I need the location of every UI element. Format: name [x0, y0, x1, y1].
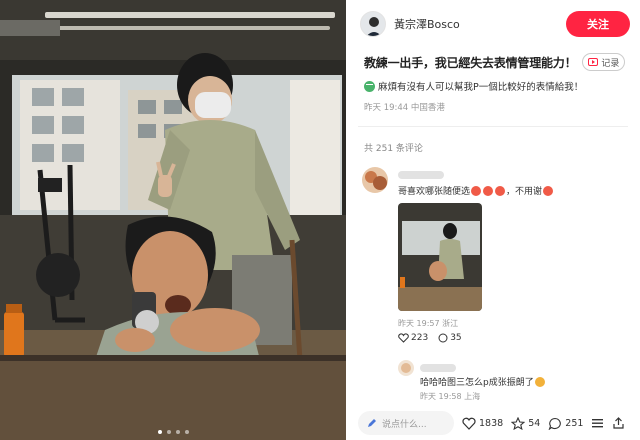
author-avatar[interactable]	[360, 11, 386, 37]
comment-like-button[interactable]: 223	[398, 333, 428, 343]
share-icon	[613, 417, 625, 429]
post-title: 教練一出手，我已經失去表情管理能力！	[364, 55, 577, 70]
post-header: 黃宗澤Bosco 关注	[360, 9, 630, 39]
emoji-icon	[483, 185, 494, 196]
reply-text: 哈哈哈图三怎么p成张振朗了	[420, 375, 546, 388]
post-title-row: 教練一出手，我已經失去表情管理能力！ 记录	[364, 53, 636, 71]
comment-text-main: 哥喜欢哪张随便选	[398, 187, 471, 197]
page-dot-3[interactable]	[175, 430, 180, 434]
reply-author-name[interactable]	[420, 363, 456, 373]
comment-input[interactable]: 说点什么...	[358, 411, 454, 435]
page-dot-2[interactable]	[166, 430, 171, 434]
comment-icon	[438, 333, 448, 343]
avatar-image	[361, 12, 385, 36]
heart-icon	[398, 333, 409, 343]
post-body: 麻煩有沒有人可以幫我P一個比較好的表情給我！	[364, 79, 636, 93]
comment-meta: 昨天 19:57 浙江	[398, 319, 459, 328]
menu-icon	[592, 419, 604, 428]
divider	[358, 126, 628, 127]
gym-photo-illustration	[0, 0, 346, 440]
like-count: 1838	[479, 417, 504, 429]
comment-count-bar: 251	[565, 417, 584, 429]
comment-button[interactable]: 251	[548, 417, 583, 430]
comment-author-name[interactable]	[398, 170, 444, 180]
star-icon	[511, 416, 526, 430]
post-body-text: 麻煩有沒有人可以幫我P一個比較好的表情給我！	[378, 82, 584, 93]
emoji-icon	[534, 376, 545, 387]
comment-text: 哥喜欢哪张随便选 ，不用谢	[398, 184, 554, 197]
blurred-name	[398, 170, 444, 179]
video-record-chip[interactable]: 记录	[582, 53, 626, 71]
blurred-name	[420, 363, 456, 372]
comment-icon	[548, 417, 562, 430]
comment-like-count: 223	[411, 333, 429, 343]
video-icon	[588, 58, 599, 66]
reply-meta: 昨天 19:58 上海	[420, 392, 481, 401]
menu-button[interactable]	[591, 417, 604, 429]
comment-reply-count: 35	[450, 333, 462, 343]
tag-chip-label: 记录	[601, 58, 620, 69]
photo-page-indicator[interactable]	[0, 430, 346, 434]
post-panel: 黃宗澤Bosco 关注 教練一出手，我已經失去表情管理能力！ 记录 麻煩有沒有人…	[346, 0, 640, 440]
post-photo[interactable]	[0, 0, 346, 440]
pencil-icon	[368, 419, 376, 427]
comment-avatar[interactable]	[362, 167, 388, 193]
comment-count: 共 251 条评论	[364, 144, 423, 154]
emoji-icon	[495, 185, 506, 196]
post-meta: 昨天 19:44 中国香港	[364, 103, 445, 113]
comment-reply-button[interactable]: 35	[438, 333, 462, 343]
collect-button[interactable]: 54	[511, 416, 541, 430]
page-dot-1[interactable]	[157, 430, 162, 434]
comment-text-suffix: ，不用谢	[506, 187, 543, 197]
author-name[interactable]: 黃宗澤Bosco	[394, 16, 566, 32]
emoji-icon	[471, 185, 482, 196]
comment-image-illustration	[398, 203, 482, 311]
collect-count: 54	[528, 417, 541, 429]
like-button[interactable]: 1838	[462, 417, 503, 430]
emoji-icon	[364, 80, 375, 92]
heart-icon	[462, 417, 476, 430]
comment-actions: 223 35	[398, 333, 462, 343]
comment-input-placeholder: 说点什么...	[382, 419, 427, 430]
share-button[interactable]	[612, 417, 625, 429]
avatar-image	[398, 360, 414, 376]
emoji-icon	[543, 185, 554, 196]
avatar-image	[362, 167, 388, 193]
page-dot-4[interactable]	[184, 430, 189, 434]
follow-button[interactable]: 关注	[566, 11, 630, 37]
comment-image[interactable]	[398, 203, 482, 311]
reply-avatar[interactable]	[398, 360, 414, 376]
reply-text-main: 哈哈哈图三怎么p成张振朗了	[420, 378, 534, 388]
bottom-action-bar: 说点什么... 1838 54 251	[346, 406, 640, 440]
